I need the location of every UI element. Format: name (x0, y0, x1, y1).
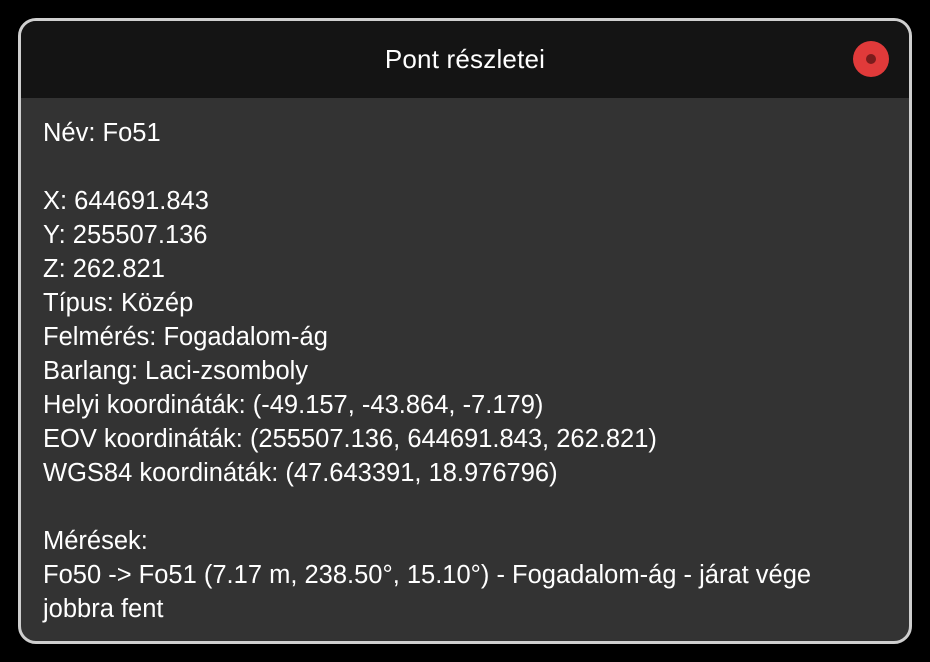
x-coordinate: X: 644691.843 (43, 187, 209, 215)
close-button[interactable] (853, 41, 889, 77)
survey-name: Felmérés: Fogadalom-ág (43, 323, 328, 351)
point-name: Név: Fo51 (43, 119, 161, 147)
details-content: Név: Fo51 X: 644691.843 Y: 255507.136 Z:… (21, 98, 909, 626)
point-details-dialog: Pont részletei Név: Fo51 X: 644691.843 Y… (18, 18, 912, 644)
point-type: Típus: Közép (43, 289, 194, 317)
close-icon (866, 54, 876, 64)
wgs84-coordinates: WGS84 koordináták: (47.643391, 18.976796… (43, 459, 558, 487)
eov-coordinates: EOV koordináták: (255507.136, 644691.843… (43, 425, 657, 453)
z-coordinate: Z: 262.821 (43, 255, 165, 283)
y-coordinate: Y: 255507.136 (43, 221, 208, 249)
local-coordinates: Helyi koordináták: (-49.157, -43.864, -7… (43, 391, 544, 419)
title-bar: Pont részletei (21, 21, 909, 98)
dialog-title: Pont részletei (384, 44, 546, 74)
measurement-item: Fo50 -> Fo51 (7.17 m, 238.50°, 15.10°) -… (43, 561, 812, 623)
measurements-heading: Mérések: (43, 527, 148, 555)
cave-name: Barlang: Laci-zsomboly (43, 357, 309, 385)
